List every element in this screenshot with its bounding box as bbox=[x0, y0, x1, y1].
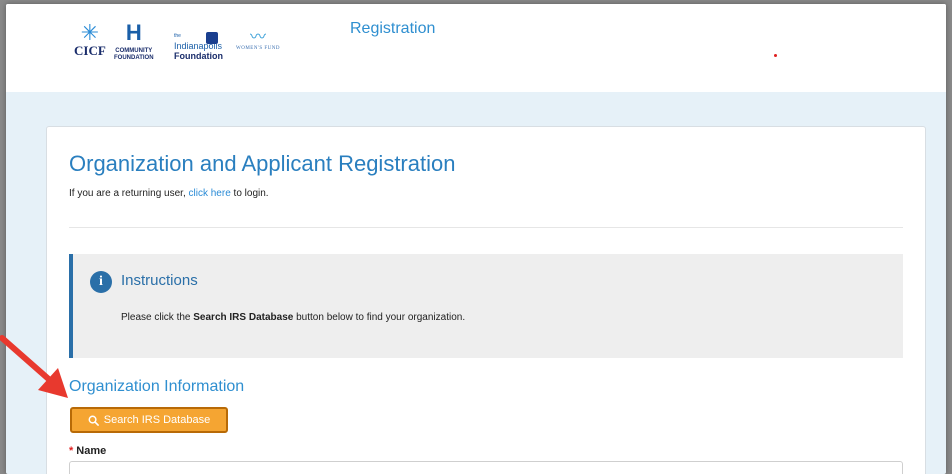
login-link[interactable]: click here bbox=[189, 188, 231, 199]
hamilton-logo-line1: COMMUNITY bbox=[115, 48, 153, 54]
required-marker: * bbox=[69, 445, 74, 457]
cicf-logo-text: CICF bbox=[74, 43, 106, 58]
instructions-suffix: button below to find your organization. bbox=[296, 312, 466, 323]
registration-card: Organization and Applicant Registration … bbox=[46, 126, 926, 474]
cicf-logo[interactable]: ✳ CICF bbox=[74, 22, 106, 62]
name-field-label: * Name bbox=[69, 445, 106, 457]
returning-prefix: If you are a returning user, bbox=[69, 188, 186, 199]
red-dot-marker bbox=[774, 54, 777, 57]
search-icon bbox=[88, 415, 99, 426]
annotation-arrow bbox=[0, 335, 68, 398]
returning-suffix: to login. bbox=[233, 188, 269, 199]
header-title: Registration bbox=[350, 20, 436, 37]
h-logo-icon: H bbox=[125, 20, 142, 45]
instructions-panel: i Instructions Please click the Search I… bbox=[69, 254, 903, 358]
name-label-text: Name bbox=[76, 445, 107, 457]
browser-frame: ✳ CICF H COMMUNITY FOUNDATION the Indian… bbox=[6, 4, 946, 474]
star-burst-icon: ✳ bbox=[80, 20, 100, 45]
returning-user-text: If you are a returning user, click here … bbox=[69, 188, 269, 199]
hamilton-community-foundation-logo[interactable]: H COMMUNITY FOUNDATION bbox=[114, 22, 154, 62]
divider bbox=[69, 227, 903, 228]
search-irs-database-button[interactable]: Search IRS Database bbox=[70, 407, 228, 433]
organization-info-heading: Organization Information bbox=[69, 378, 245, 395]
womens-fund-logo-text: WOMEN'S FUND bbox=[236, 46, 280, 51]
instructions-title: Instructions bbox=[121, 272, 198, 289]
square-logo-icon bbox=[206, 32, 218, 44]
instructions-prefix: Please click the bbox=[121, 312, 191, 323]
womens-fund-logo[interactable]: 〰 WOMEN'S FUND bbox=[236, 30, 280, 55]
indy-logo-line2: Foundation bbox=[174, 51, 223, 61]
site-header: ✳ CICF H COMMUNITY FOUNDATION the Indian… bbox=[6, 4, 946, 92]
instructions-bold: Search IRS Database bbox=[193, 312, 294, 323]
wave-figure-icon: 〰 bbox=[249, 29, 266, 46]
indianapolis-foundation-logo[interactable]: the Indianapolis Foundation bbox=[174, 32, 223, 61]
instructions-text: Please click the Search IRS Database but… bbox=[121, 312, 465, 323]
page-title: Organization and Applicant Registration bbox=[69, 151, 456, 176]
search-button-label: Search IRS Database bbox=[103, 414, 211, 426]
indy-logo-the: the bbox=[174, 33, 181, 39]
hamilton-logo-line2: FOUNDATION bbox=[114, 55, 154, 61]
info-icon: i bbox=[90, 271, 112, 293]
